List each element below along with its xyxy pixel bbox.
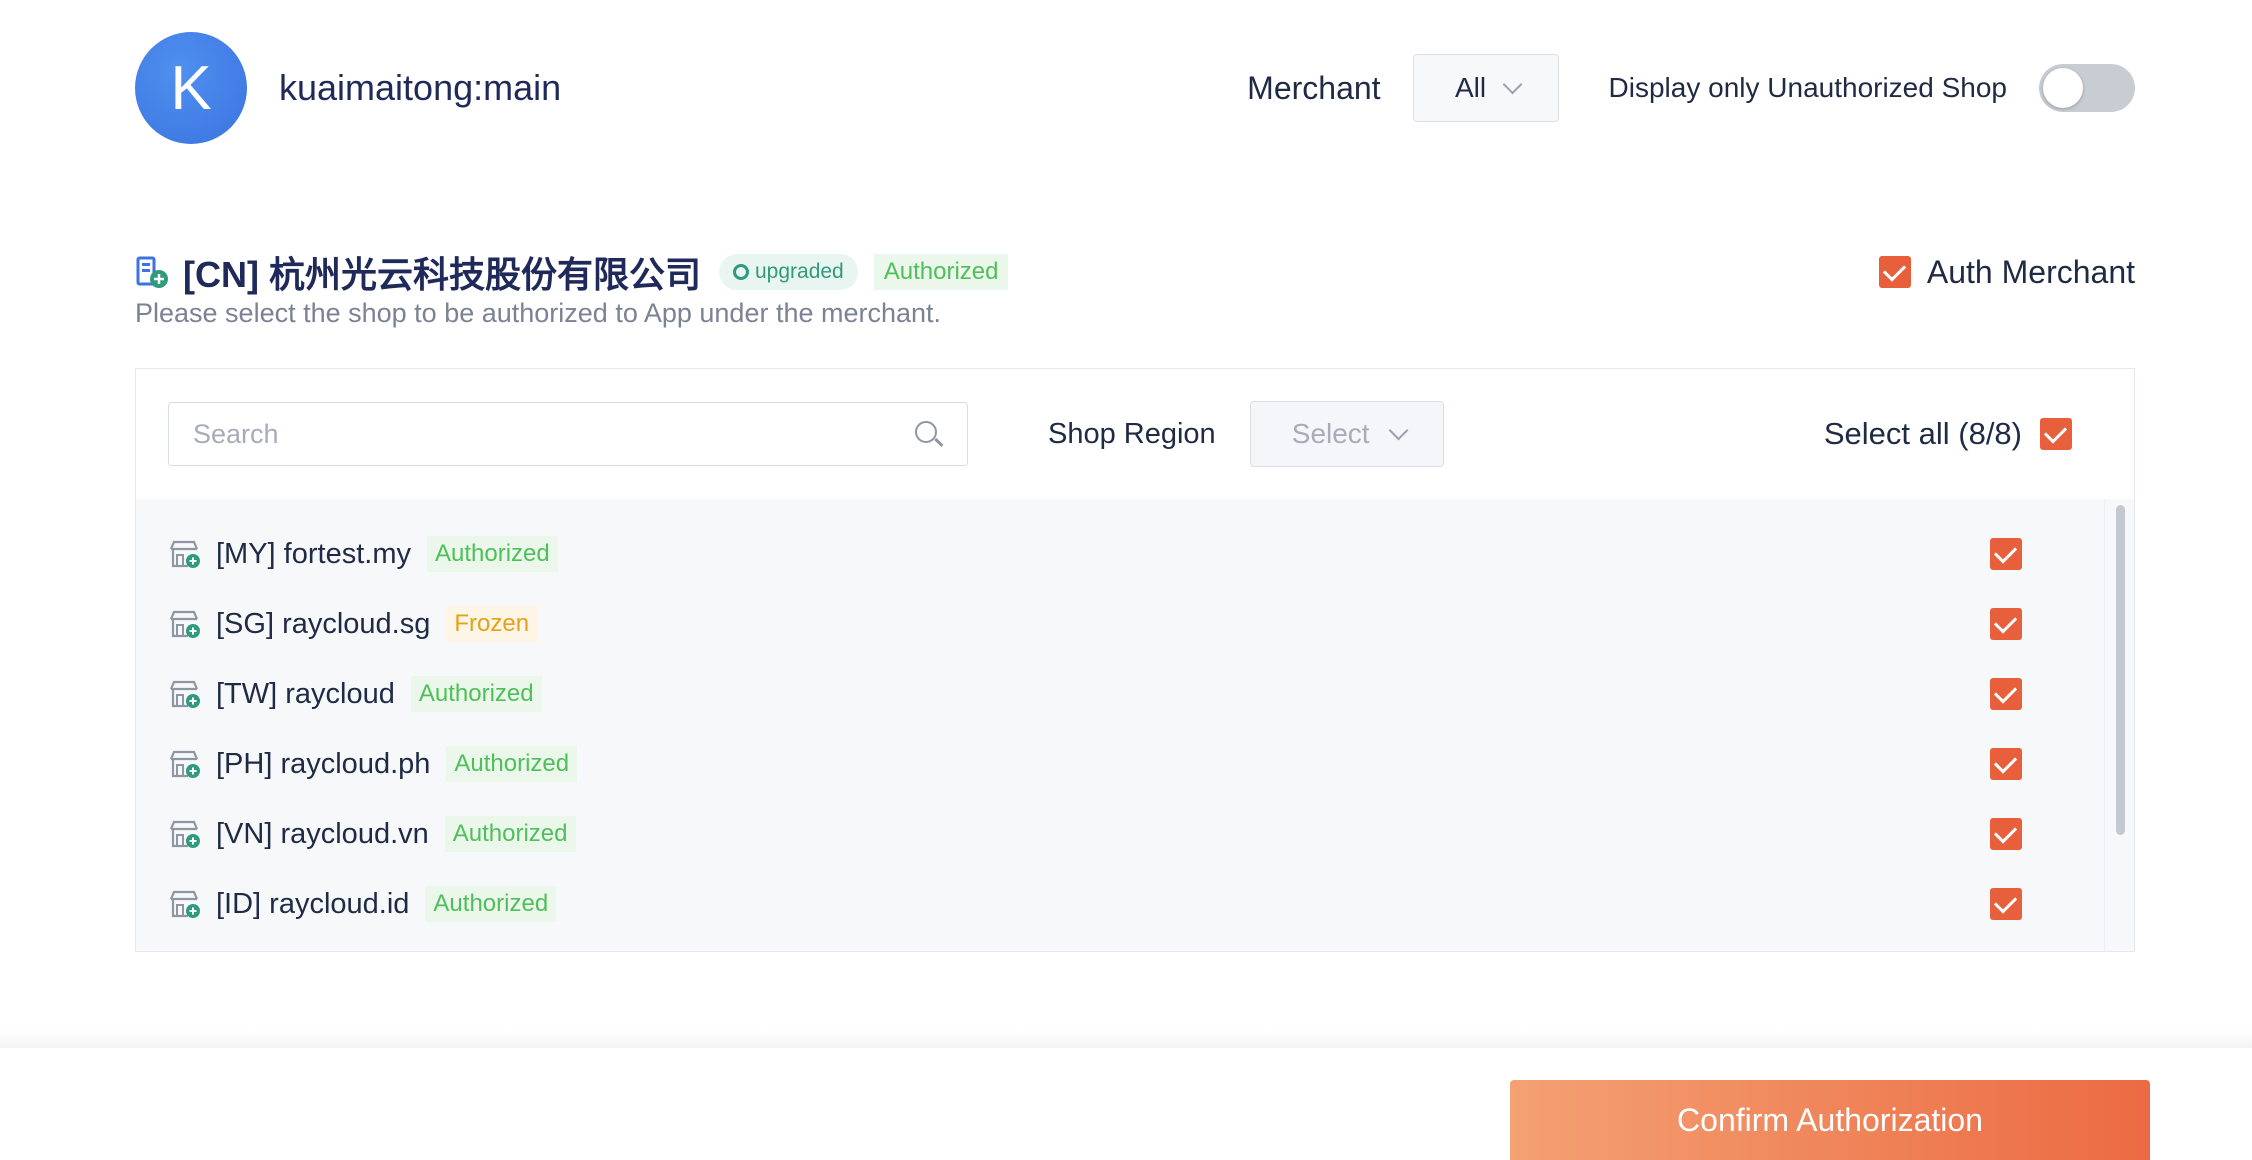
shop-icon: [169, 820, 200, 848]
auth-merchant-checkbox[interactable]: [1878, 256, 1911, 288]
unauthorized-only-toggle[interactable]: [2039, 64, 2135, 112]
select-all-label: Select all (8/8): [1823, 416, 2022, 451]
toggle-knob: [2043, 68, 2083, 108]
footer: Confirm Authorization: [0, 1048, 2252, 1160]
search-box[interactable]: [168, 402, 968, 466]
confirm-authorization-button[interactable]: Confirm Authorization: [1510, 1080, 2150, 1160]
shop-toolbar: Shop Region Select Select all (8/8): [136, 369, 2134, 499]
shop-checkbox[interactable]: [1990, 538, 2022, 570]
select-all-option[interactable]: Select all (8/8): [1824, 416, 2072, 452]
auth-merchant-label: Auth Merchant: [1926, 253, 2135, 290]
shop-row[interactable]: [MY] fortest.my Authorized: [136, 519, 2106, 589]
shop-panel: Shop Region Select Select all (8/8) [MY]…: [135, 368, 2135, 952]
shop-region-select[interactable]: Select: [1249, 401, 1444, 467]
upgraded-badge: upgraded: [718, 254, 858, 290]
account-header: K kuaimaitong:main Merchant All Display …: [135, 32, 2135, 144]
auth-merchant-option[interactable]: Auth Merchant: [1878, 253, 2135, 291]
shop-status-badge: Authorized: [425, 886, 557, 922]
shop-row[interactable]: [ID] raycloud.id Authorized: [136, 869, 2106, 939]
shop-status-badge: Frozen: [446, 606, 538, 642]
chevron-down-icon: [1388, 420, 1409, 441]
avatar: K: [135, 32, 247, 144]
shop-checkbox[interactable]: [1990, 748, 2022, 780]
merchant-select[interactable]: All: [1412, 54, 1559, 122]
upgraded-badge-label: upgraded: [754, 260, 844, 283]
shop-list: [MY] fortest.my Authorized [SG] raycloud.s…: [136, 499, 2106, 951]
shop-row[interactable]: [SG] raycloud.sg Frozen: [136, 589, 2106, 659]
header-filters: Merchant All Display only Unauthorized S…: [1247, 54, 2135, 122]
shop-icon: [169, 890, 200, 918]
shop-status-badge: Authorized: [444, 816, 576, 852]
shop-status-badge: Authorized: [410, 676, 542, 712]
merchant-icon: [136, 256, 168, 288]
shop-list-scrollbar[interactable]: [2104, 499, 2134, 951]
shop-icon: [169, 680, 200, 708]
shop-icon: [169, 540, 200, 568]
shop-checkbox[interactable]: [1990, 818, 2022, 850]
shop-row[interactable]: [PH] raycloud.ph Authorized: [136, 729, 2106, 799]
merchant-subtitle: Please select the shop to be authorized …: [135, 298, 942, 328]
unauthorized-toggle-label: Display only Unauthorized Shop: [1608, 72, 2007, 103]
shop-checkbox[interactable]: [1990, 888, 2022, 920]
upgraded-icon: [732, 264, 749, 280]
shop-icon: [169, 610, 200, 638]
footer-divider: [0, 1030, 2252, 1050]
shop-name: [TW] raycloud: [216, 677, 395, 710]
shop-name: [PH] raycloud.ph: [216, 747, 431, 780]
shop-region-label: Shop Region: [1048, 417, 1216, 450]
shop-icon: [169, 750, 200, 778]
shop-status-badge: Authorized: [446, 746, 578, 782]
shop-row[interactable]: [VN] raycloud.vn Authorized: [136, 799, 2106, 869]
account-name: kuaimaitong:main: [279, 67, 562, 108]
select-all-checkbox[interactable]: [2040, 418, 2072, 450]
shop-name: [VN] raycloud.vn: [216, 817, 429, 850]
merchant-filter-label: Merchant: [1247, 69, 1381, 106]
merchant-heading: [CN] 杭州光云科技股份有限公司 upgraded Authorized Au…: [135, 244, 2135, 300]
shop-name: [ID] raycloud.id: [216, 887, 410, 920]
shop-checkbox[interactable]: [1990, 678, 2022, 710]
chevron-down-icon: [1502, 74, 1523, 95]
merchant-select-value: All: [1454, 72, 1487, 103]
shop-status-badge: Authorized: [426, 536, 558, 572]
shop-name: [SG] raycloud.sg: [216, 607, 431, 640]
shop-name: [MY] fortest.my: [216, 537, 411, 570]
shop-region-placeholder: Select: [1291, 418, 1370, 449]
merchant-title: [CN] 杭州光云科技股份有限公司: [183, 254, 701, 295]
merchant-status-badge: Authorized: [873, 254, 1009, 290]
shop-row[interactable]: [TW] raycloud Authorized: [136, 659, 2106, 729]
search-icon[interactable]: [913, 419, 944, 449]
scrollbar-thumb[interactable]: [2116, 505, 2125, 835]
search-input[interactable]: [193, 418, 913, 450]
shop-checkbox[interactable]: [1990, 608, 2022, 640]
